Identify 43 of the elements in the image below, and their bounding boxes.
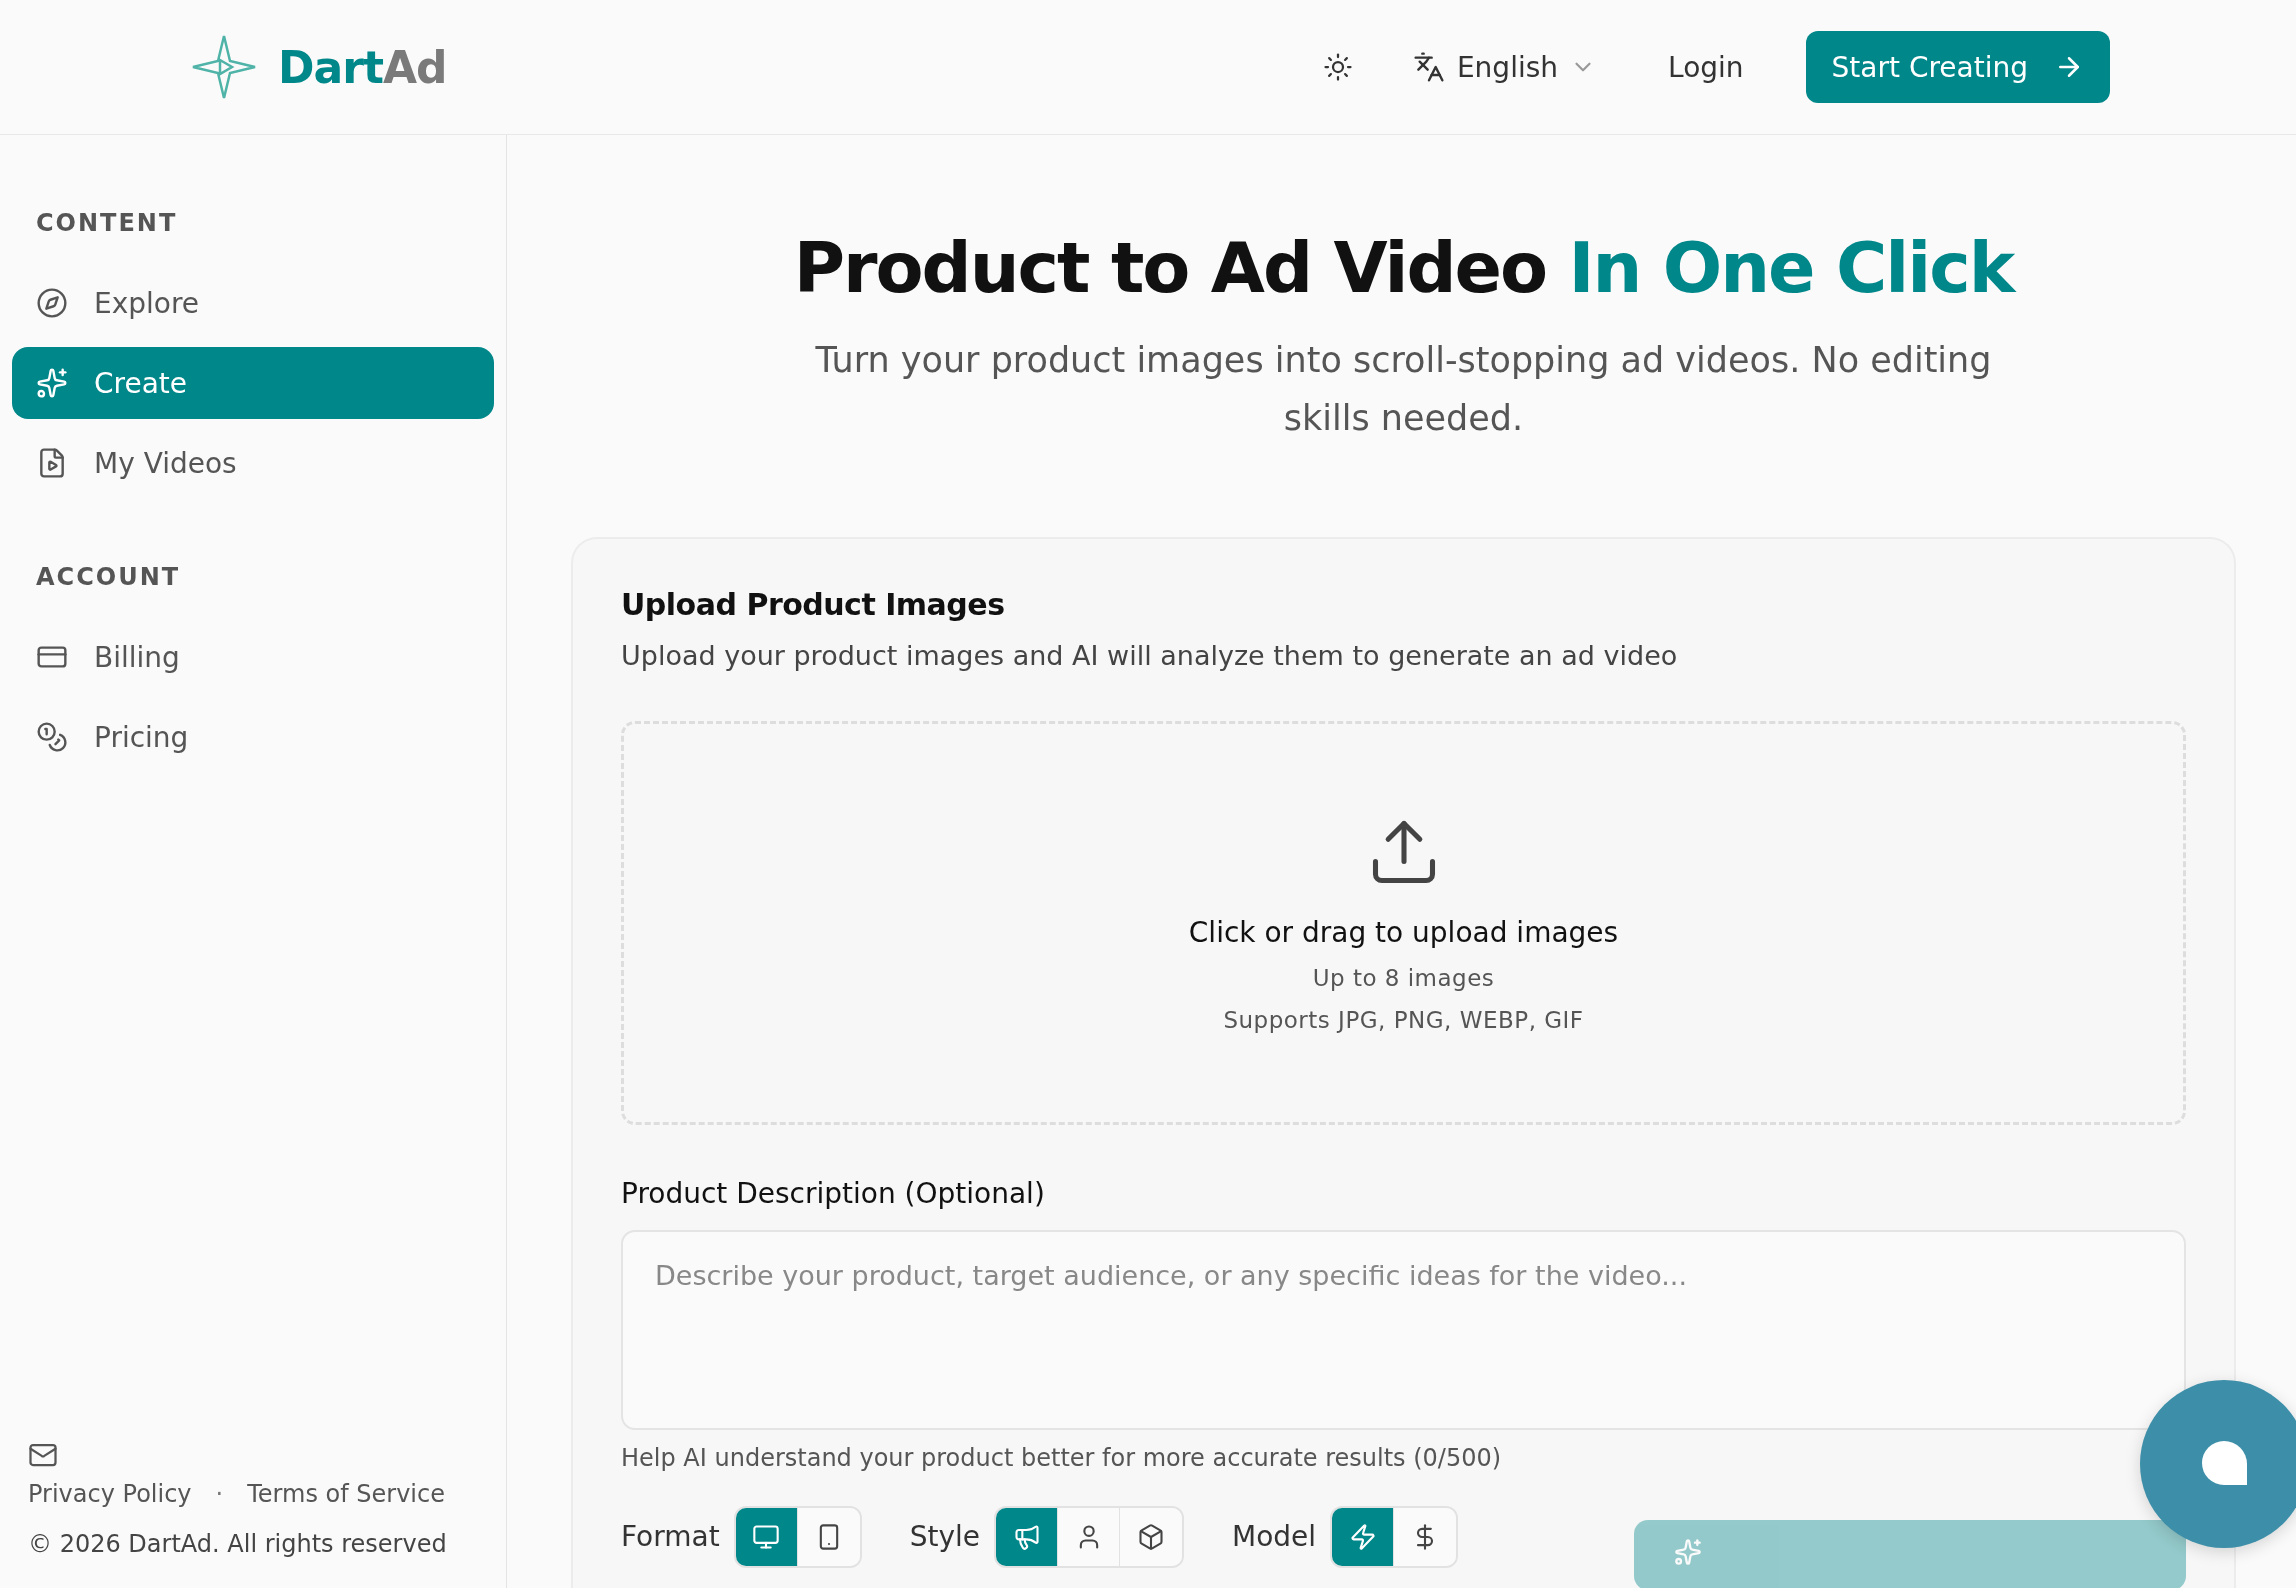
logo-text: DartAd <box>278 41 447 93</box>
box-icon <box>1137 1523 1165 1551</box>
dropzone-formats: Supports JPG, PNG, WEBP, GIF <box>1223 1006 1584 1033</box>
privacy-policy-link[interactable]: Privacy Policy <box>28 1480 192 1508</box>
terms-link[interactable]: Terms of Service <box>247 1480 445 1508</box>
separator-dot: · <box>215 1480 224 1508</box>
upload-description: Upload your product images and AI will analyze them to generate an ad video <box>621 640 1679 671</box>
monitor-icon <box>752 1523 781 1551</box>
chat-bubble-icon <box>2199 1441 2249 1487</box>
section-heading: CONTENT <box>35 209 179 239</box>
option-button[interactable] <box>996 1508 1058 1566</box>
option-button[interactable] <box>1332 1508 1395 1566</box>
sparkles-icon <box>36 367 68 399</box>
description-field[interactable]: Describe your product, target audience, or any specific ideas for the video... <box>621 1230 2186 1430</box>
start-creating-button[interactable]: Start Creating <box>1805 31 2110 103</box>
page-subtitle: Turn your product images into scroll-stopping ad videos. No editing skills needed. <box>814 339 1993 440</box>
option-label: Format <box>621 1520 720 1553</box>
upload-title: Upload Product Images <box>621 587 1006 622</box>
option-label: Model <box>1232 1520 1317 1553</box>
nav-item[interactable]: Pricing <box>12 701 494 773</box>
nav-item[interactable]: Create <box>12 347 494 419</box>
nav-item[interactable]: Billing <box>12 621 494 693</box>
option-button[interactable] <box>735 1508 798 1566</box>
nav-item[interactable]: My Videos <box>12 427 494 499</box>
copyright-text: © 2026 DartAd. All rights reserved <box>28 1530 448 1558</box>
sun-icon <box>1322 52 1353 82</box>
nav-item[interactable]: Explore <box>12 267 494 339</box>
description-label: Product Description (Optional) <box>621 1177 1046 1210</box>
sparkles-icon <box>1674 1538 1702 1566</box>
language-select[interactable]: English <box>1406 49 1603 85</box>
translate-icon <box>1412 51 1445 83</box>
coins-icon <box>36 721 68 753</box>
page-title: Product to Ad Video In One Click <box>793 227 2014 309</box>
compass-icon <box>36 287 68 319</box>
option-label: Style <box>909 1520 980 1553</box>
upload-dropzone[interactable]: Click or drag to upload images Up to 8 images Supports JPG, PNG, WEBP, GIF <box>621 721 2186 1125</box>
description-help: Help AI understand your product better for more accurate results (0/500) <box>621 1444 1503 1472</box>
dropzone-title: Click or drag to upload images <box>1188 915 1619 949</box>
megaphone-icon <box>1012 1523 1041 1551</box>
logo-icon <box>190 33 258 101</box>
section-heading: ACCOUNT <box>35 563 182 593</box>
login-button[interactable]: Login <box>1662 49 1750 85</box>
dropzone-limit: Up to 8 images <box>1312 964 1495 991</box>
